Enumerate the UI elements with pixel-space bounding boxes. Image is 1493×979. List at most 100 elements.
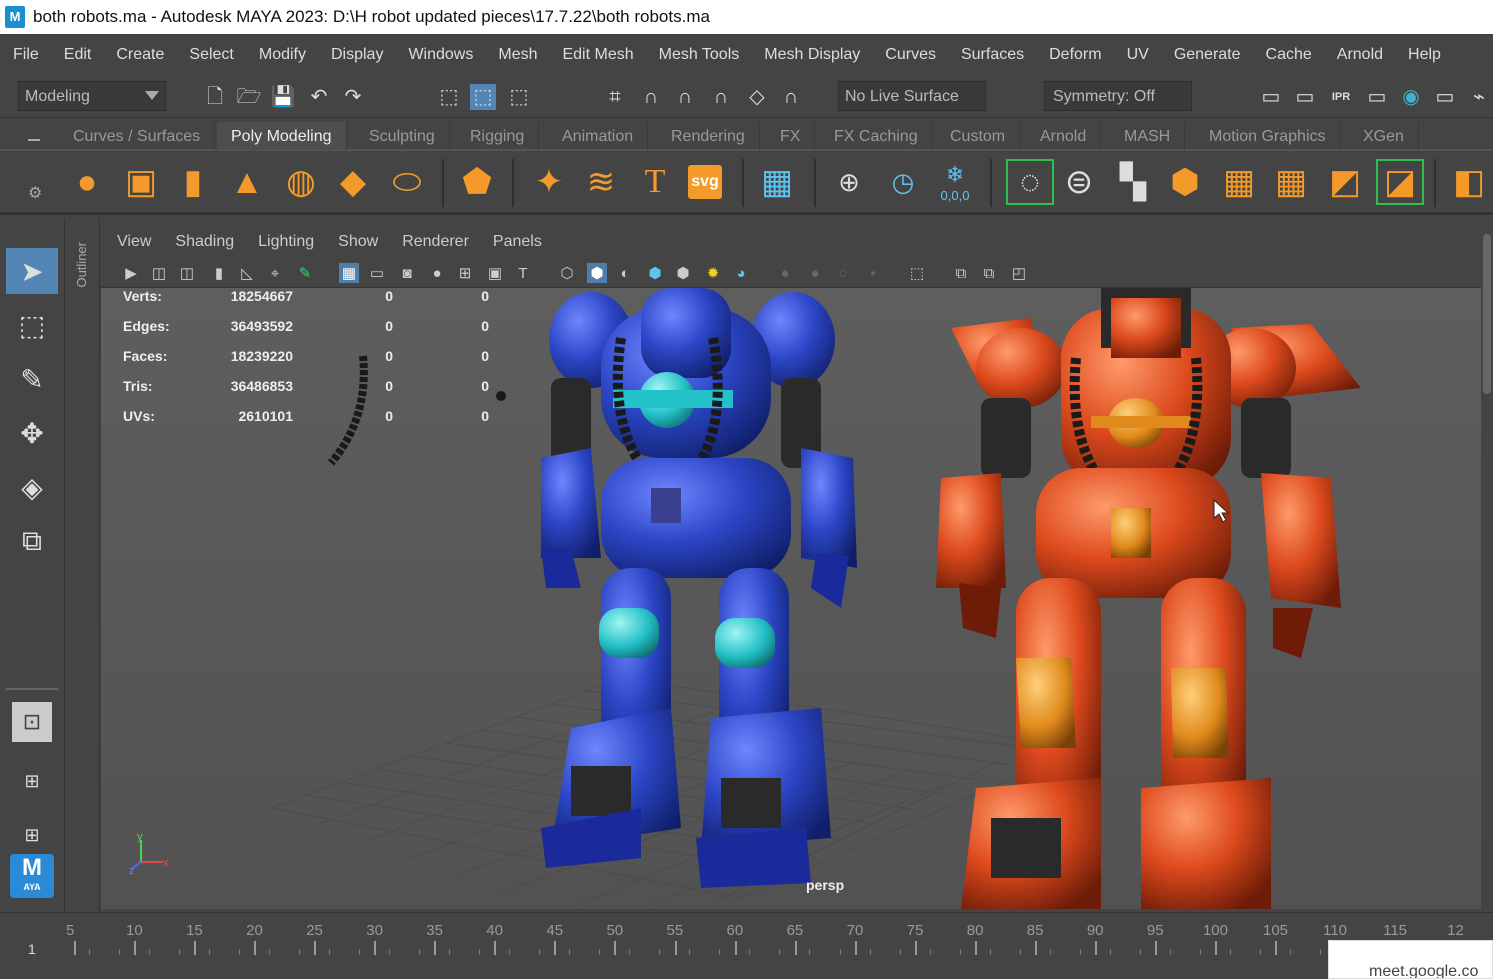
bookmarks-icon[interactable]: ◫: [177, 263, 197, 283]
snap-curve-icon[interactable]: ∩: [638, 84, 664, 110]
perspective-viewport[interactable]: Verts: 18254667 0 0 Edges: 36493592 0 0 Faces: 18…: [101, 288, 1481, 909]
menu-windows[interactable]: Windows: [408, 46, 473, 64]
combine-icon[interactable]: ◌: [1006, 159, 1054, 205]
light-editor-icon[interactable]: ⌁: [1466, 84, 1492, 110]
extrude-icon[interactable]: ◪: [1376, 159, 1424, 205]
render-frame-icon[interactable]: ▭: [1292, 84, 1318, 110]
select-tool-icon[interactable]: ➤: [6, 248, 58, 294]
bridge-icon[interactable]: ◩: [1324, 161, 1366, 203]
select-component-icon[interactable]: ⬚: [506, 84, 532, 110]
film-gate-icon[interactable]: ▭: [367, 263, 387, 283]
smooth-icon[interactable]: ▦: [1218, 161, 1260, 203]
right-scrollbar[interactable]: [1481, 218, 1493, 912]
lasso-tool-icon[interactable]: ⬚: [6, 302, 58, 348]
menu-file[interactable]: File: [13, 46, 39, 64]
snap-edge-icon[interactable]: ∩: [778, 84, 804, 110]
freeze-transform-icon[interactable]: ❄ 0,0,0: [934, 161, 976, 203]
shelf-collapse-icon[interactable]: [28, 139, 40, 141]
scrollbar-thumb[interactable]: [1483, 234, 1491, 394]
menu-surfaces[interactable]: Surfaces: [961, 46, 1024, 64]
smooth-shade-icon[interactable]: ⬢: [587, 263, 607, 283]
bevel-icon[interactable]: ◧: [1448, 161, 1490, 203]
small-object[interactable]: [496, 391, 506, 401]
paint-select-icon[interactable]: ✎: [6, 356, 58, 402]
wireframe-on-shaded-icon[interactable]: ◐: [615, 263, 635, 283]
menu-display[interactable]: Display: [331, 46, 383, 64]
panel-menu-show[interactable]: Show: [338, 233, 378, 251]
select-hierarchy-icon[interactable]: ⬚: [436, 84, 462, 110]
tab-fx[interactable]: FX: [766, 122, 816, 150]
textured-icon[interactable]: ⬢: [645, 263, 665, 283]
single-view-layout-icon[interactable]: ⊡: [12, 702, 52, 742]
separate-icon[interactable]: ⊜: [1058, 161, 1100, 203]
menu-mesh-display[interactable]: Mesh Display: [764, 46, 860, 64]
panel-menu-view[interactable]: View: [117, 233, 151, 251]
undo-icon[interactable]: ↶: [306, 84, 332, 110]
menu-curves[interactable]: Curves: [885, 46, 936, 64]
delete-history-icon[interactable]: ◷: [882, 161, 924, 203]
resolution-gate-icon[interactable]: ◙: [397, 263, 417, 283]
poly-cone-icon[interactable]: ▲: [226, 161, 268, 203]
two-d-pan-icon[interactable]: ⌖: [265, 263, 285, 283]
chevron-down-icon[interactable]: [145, 91, 159, 100]
poly-torus-icon[interactable]: ◍: [280, 161, 322, 203]
field-chart-icon[interactable]: ⊞: [455, 263, 475, 283]
grease-pencil-icon[interactable]: ✎: [295, 263, 315, 283]
menu-mesh[interactable]: Mesh: [498, 46, 537, 64]
extract-icon[interactable]: ▚: [1112, 161, 1154, 203]
tab-xgen[interactable]: XGen: [1349, 122, 1419, 150]
save-scene-icon[interactable]: 💾: [270, 84, 296, 110]
symmetry-dropdown[interactable]: Symmetry: Off: [1044, 81, 1192, 111]
poly-sphere-icon[interactable]: ●: [66, 161, 108, 203]
anti-aliasing-icon[interactable]: ○: [833, 263, 853, 283]
menu-create[interactable]: Create: [116, 46, 164, 64]
tab-fx-caching[interactable]: FX Caching: [820, 122, 933, 150]
meet-popup[interactable]: meet.google.co: [1328, 940, 1493, 979]
menu-help[interactable]: Help: [1408, 46, 1441, 64]
gate-mask-icon[interactable]: ●: [427, 263, 447, 283]
sweep-mesh-icon[interactable]: ≋: [580, 161, 622, 203]
poly-cylinder-icon[interactable]: ▮: [172, 161, 214, 203]
tab-rigging[interactable]: Rigging: [456, 122, 540, 150]
bookmark-icon[interactable]: ▮: [209, 263, 229, 283]
menu-mesh-tools[interactable]: Mesh Tools: [659, 46, 740, 64]
menu-modify[interactable]: Modify: [259, 46, 306, 64]
xray-icon[interactable]: ⧉: [951, 263, 971, 283]
menu-edit-mesh[interactable]: Edit Mesh: [562, 46, 633, 64]
shadows-icon[interactable]: ◕: [731, 263, 751, 283]
type-tool-icon[interactable]: T: [634, 161, 676, 203]
tab-motion-graphics[interactable]: Motion Graphics: [1195, 122, 1341, 150]
open-scene-icon[interactable]: 🗁: [236, 84, 262, 110]
menu-arnold[interactable]: Arnold: [1337, 46, 1383, 64]
tab-sculpting[interactable]: Sculpting: [355, 122, 450, 150]
tab-poly-modeling[interactable]: Poly Modeling: [217, 122, 347, 150]
lights-icon[interactable]: ⬢: [673, 263, 693, 283]
menu-uv[interactable]: UV: [1127, 46, 1149, 64]
grid-icon[interactable]: ▦: [339, 263, 359, 283]
tab-custom[interactable]: Custom: [936, 122, 1021, 150]
redo-icon[interactable]: ↷: [340, 84, 366, 110]
xray-components-icon[interactable]: ◰: [1009, 263, 1029, 283]
menu-edit[interactable]: Edit: [64, 46, 92, 64]
motion-blur-icon[interactable]: ●: [805, 263, 825, 283]
ipr-render-icon[interactable]: IPR: [1328, 84, 1354, 110]
menu-cache[interactable]: Cache: [1266, 46, 1312, 64]
depth-of-field-icon[interactable]: ▪: [863, 263, 883, 283]
render-setup-icon[interactable]: ▭: [1432, 84, 1458, 110]
panel-menu-shading[interactable]: Shading: [175, 233, 234, 251]
platonic-solid-icon[interactable]: ⬟: [456, 161, 498, 203]
gear-icon[interactable]: ⚙: [28, 183, 42, 203]
menu-deform[interactable]: Deform: [1049, 46, 1101, 64]
safe-title-icon[interactable]: T: [513, 263, 533, 283]
wireframe-icon[interactable]: ⬡: [557, 263, 577, 283]
rotate-tool-icon[interactable]: ◈: [6, 464, 58, 510]
panel-menu-panels[interactable]: Panels: [493, 233, 542, 251]
snap-grid-icon[interactable]: ⌗: [602, 84, 628, 110]
svg-tool-icon[interactable]: svg: [688, 165, 722, 199]
tab-mash[interactable]: MASH: [1110, 122, 1186, 150]
reduce-icon[interactable]: ▦: [1270, 161, 1312, 203]
tab-animation[interactable]: Animation: [548, 122, 649, 150]
mirror-icon[interactable]: ⬢: [1164, 161, 1206, 203]
four-view-layout-icon[interactable]: ⊞: [6, 758, 58, 804]
scale-tool-icon[interactable]: ⧉: [6, 518, 58, 564]
